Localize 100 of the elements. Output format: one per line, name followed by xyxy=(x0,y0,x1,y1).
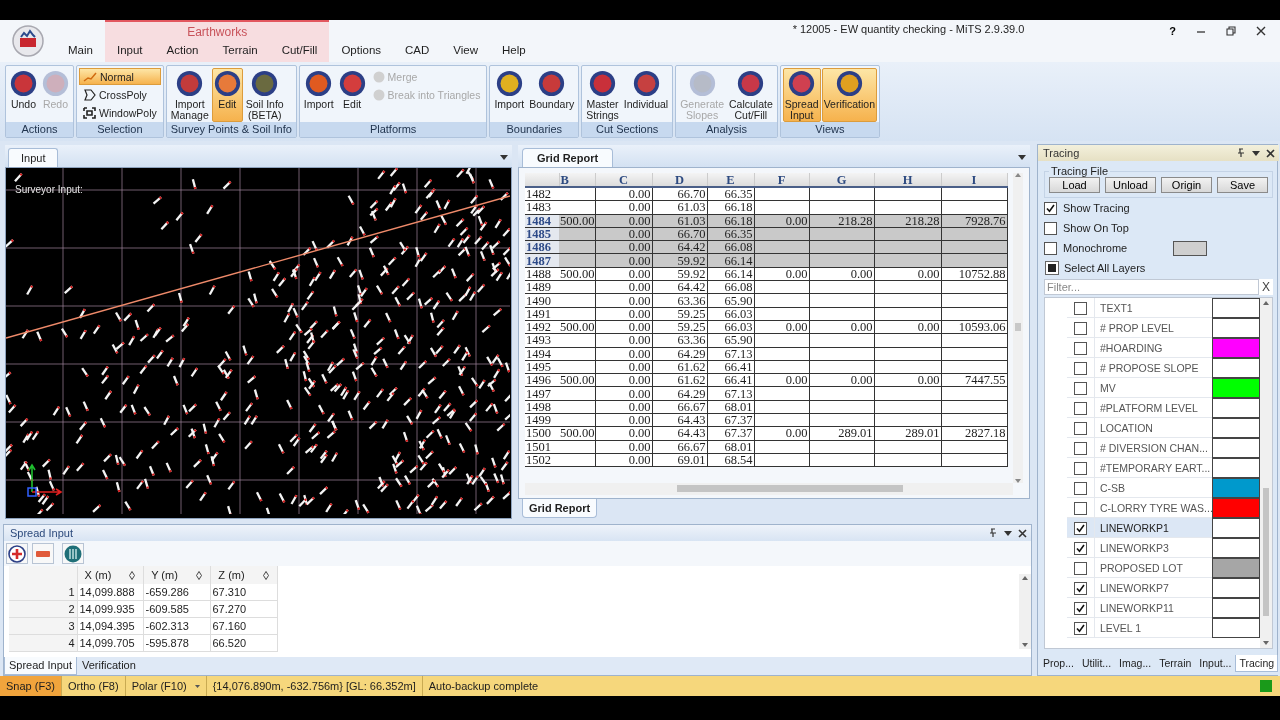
layer-row[interactable]: #TEMPORARY EART... xyxy=(1067,458,1261,478)
checkbox[interactable] xyxy=(1074,441,1087,455)
vertical-scrollbar[interactable] xyxy=(1019,574,1031,649)
tracing-button[interactable]: Load xyxy=(1049,177,1100,193)
checkbox[interactable] xyxy=(1074,581,1087,595)
color-swatch[interactable] xyxy=(1212,478,1261,498)
checkbox[interactable] xyxy=(1074,321,1087,335)
checkbox[interactable] xyxy=(1044,201,1057,215)
ribbon-button[interactable]: Import xyxy=(301,68,336,122)
color-swatch[interactable] xyxy=(1212,458,1261,478)
color-swatch[interactable] xyxy=(1212,438,1261,458)
menu-tab[interactable]: Input xyxy=(104,40,155,62)
panel-tab[interactable]: Verification xyxy=(77,657,141,675)
layer-row[interactable]: #PLATFORM LEVEL xyxy=(1067,398,1261,418)
menu-tab[interactable]: Help xyxy=(490,40,538,62)
vertical-scrollbar[interactable] xyxy=(1260,298,1273,648)
help-button[interactable]: ? xyxy=(1169,25,1176,37)
color-swatch[interactable] xyxy=(1212,538,1261,558)
menu-tab[interactable]: Action xyxy=(154,40,211,62)
menu-tab[interactable]: Cut/Fill xyxy=(269,40,330,62)
checkbox[interactable] xyxy=(1074,621,1087,635)
color-swatch[interactable] xyxy=(1212,398,1261,418)
add-button[interactable] xyxy=(6,543,28,564)
color-swatch[interactable] xyxy=(1212,338,1261,358)
scrollbar-thumb[interactable] xyxy=(677,485,903,492)
layer-row[interactable]: # PROP LEVEL xyxy=(1067,318,1261,338)
panel-tab[interactable]: Tracing xyxy=(1235,655,1279,672)
layer-row[interactable]: PROPOSED LOT xyxy=(1067,558,1261,578)
tracing-button[interactable]: Save xyxy=(1217,177,1269,193)
scrollbar-thumb[interactable] xyxy=(1015,323,1021,331)
checkbox[interactable] xyxy=(1074,501,1087,515)
checkbox[interactable] xyxy=(1044,241,1057,255)
color-swatch[interactable] xyxy=(1212,418,1261,438)
panel-tab[interactable]: Imag... xyxy=(1115,655,1156,672)
checkbox[interactable] xyxy=(1074,601,1087,615)
tracing-button[interactable]: Origin xyxy=(1161,177,1213,193)
layer-row[interactable]: TEXT1 xyxy=(1067,298,1261,318)
horizontal-scrollbar[interactable] xyxy=(525,483,1013,495)
panel-tab[interactable]: Input... xyxy=(1195,655,1236,672)
layer-row[interactable]: LINEWORKP1 xyxy=(1067,518,1261,538)
color-swatch[interactable] xyxy=(1212,578,1261,598)
color-swatch[interactable] xyxy=(1212,598,1261,618)
color-swatch[interactable] xyxy=(1212,618,1261,638)
checkbox[interactable] xyxy=(1074,361,1087,375)
ribbon-button[interactable]: Import xyxy=(492,68,527,122)
ribbon-button[interactable]: Verification xyxy=(821,68,877,122)
ribbon-button[interactable]: Spread Input xyxy=(782,68,821,122)
menu-tab[interactable]: View xyxy=(441,40,491,62)
color-swatch[interactable] xyxy=(1212,378,1261,398)
layer-row[interactable]: # DIVERSION CHAN... xyxy=(1067,438,1261,458)
panel-tab[interactable]: Terrain xyxy=(1155,655,1196,672)
status-toggle[interactable]: Ortho (F8) xyxy=(61,676,126,696)
checkbox[interactable] xyxy=(1074,521,1087,535)
scrollbar-thumb[interactable] xyxy=(1263,488,1270,616)
color-swatch[interactable] xyxy=(1212,558,1261,578)
ribbon-button[interactable]: Normal xyxy=(79,68,161,85)
checkbox[interactable] xyxy=(1074,421,1087,435)
checkbox[interactable] xyxy=(1074,381,1087,395)
panel-tab[interactable]: Spread Input xyxy=(4,657,77,675)
menu-tab[interactable]: Main xyxy=(56,40,105,62)
panel-tab[interactable]: Prop... xyxy=(1039,655,1078,672)
checkbox[interactable] xyxy=(1074,401,1087,415)
checkbox[interactable] xyxy=(1044,221,1057,235)
ribbon-button[interactable]: Edit xyxy=(336,68,368,122)
color-swatch[interactable] xyxy=(1212,498,1261,518)
ribbon-button[interactable]: Edit xyxy=(211,68,243,122)
filter-field[interactable]: Filter... xyxy=(1044,279,1260,295)
ribbon-button[interactable]: Undo xyxy=(8,68,39,122)
checkbox[interactable] xyxy=(1074,301,1087,315)
ribbon-button[interactable]: Calculate Cut/Fill xyxy=(727,68,775,122)
color-swatch[interactable] xyxy=(1212,318,1261,338)
menu-tab[interactable]: Terrain xyxy=(210,40,270,62)
panel-tab[interactable]: Grid Report xyxy=(522,499,598,518)
layer-row[interactable]: LINEWORKP3 xyxy=(1067,538,1261,558)
ribbon-button[interactable]: Soil Info (BETA) xyxy=(243,68,286,122)
layer-row[interactable]: LEVEL 1 xyxy=(1067,618,1261,638)
color-swatch[interactable] xyxy=(1212,358,1261,378)
status-toggle[interactable]: Polar (F10) xyxy=(125,676,207,696)
layer-row[interactable]: MV xyxy=(1067,378,1261,398)
color-swatch[interactable] xyxy=(1212,298,1261,318)
color-swatch[interactable] xyxy=(1212,518,1261,538)
checkbox[interactable] xyxy=(1074,341,1087,355)
tracing-button[interactable]: Unload xyxy=(1105,177,1157,193)
ribbon-button[interactable]: CrossPoly xyxy=(79,86,161,103)
color-swatch[interactable] xyxy=(1173,240,1208,256)
layer-row[interactable]: # PROPOSE SLOPE xyxy=(1067,358,1261,378)
panel-tab[interactable]: Input xyxy=(8,148,59,167)
panel-tab[interactable]: Utilit... xyxy=(1077,655,1116,672)
clear-button[interactable]: X xyxy=(1259,280,1274,294)
panel-tab[interactable]: Grid Report xyxy=(522,148,614,167)
layer-row[interactable]: #HOARDING xyxy=(1067,338,1261,358)
layer-row[interactable]: LINEWORKP11 xyxy=(1067,598,1261,618)
checkbox[interactable] xyxy=(1074,481,1087,495)
checkbox[interactable] xyxy=(1074,461,1087,475)
checkbox[interactable] xyxy=(1074,541,1087,555)
menu-tab[interactable]: Options xyxy=(329,40,394,62)
ribbon-button[interactable]: Master Strings xyxy=(584,68,621,122)
layer-row[interactable]: LINEWORKP7 xyxy=(1067,578,1261,598)
layer-row[interactable]: LOCATION xyxy=(1067,418,1261,438)
checkbox[interactable] xyxy=(1074,561,1087,575)
